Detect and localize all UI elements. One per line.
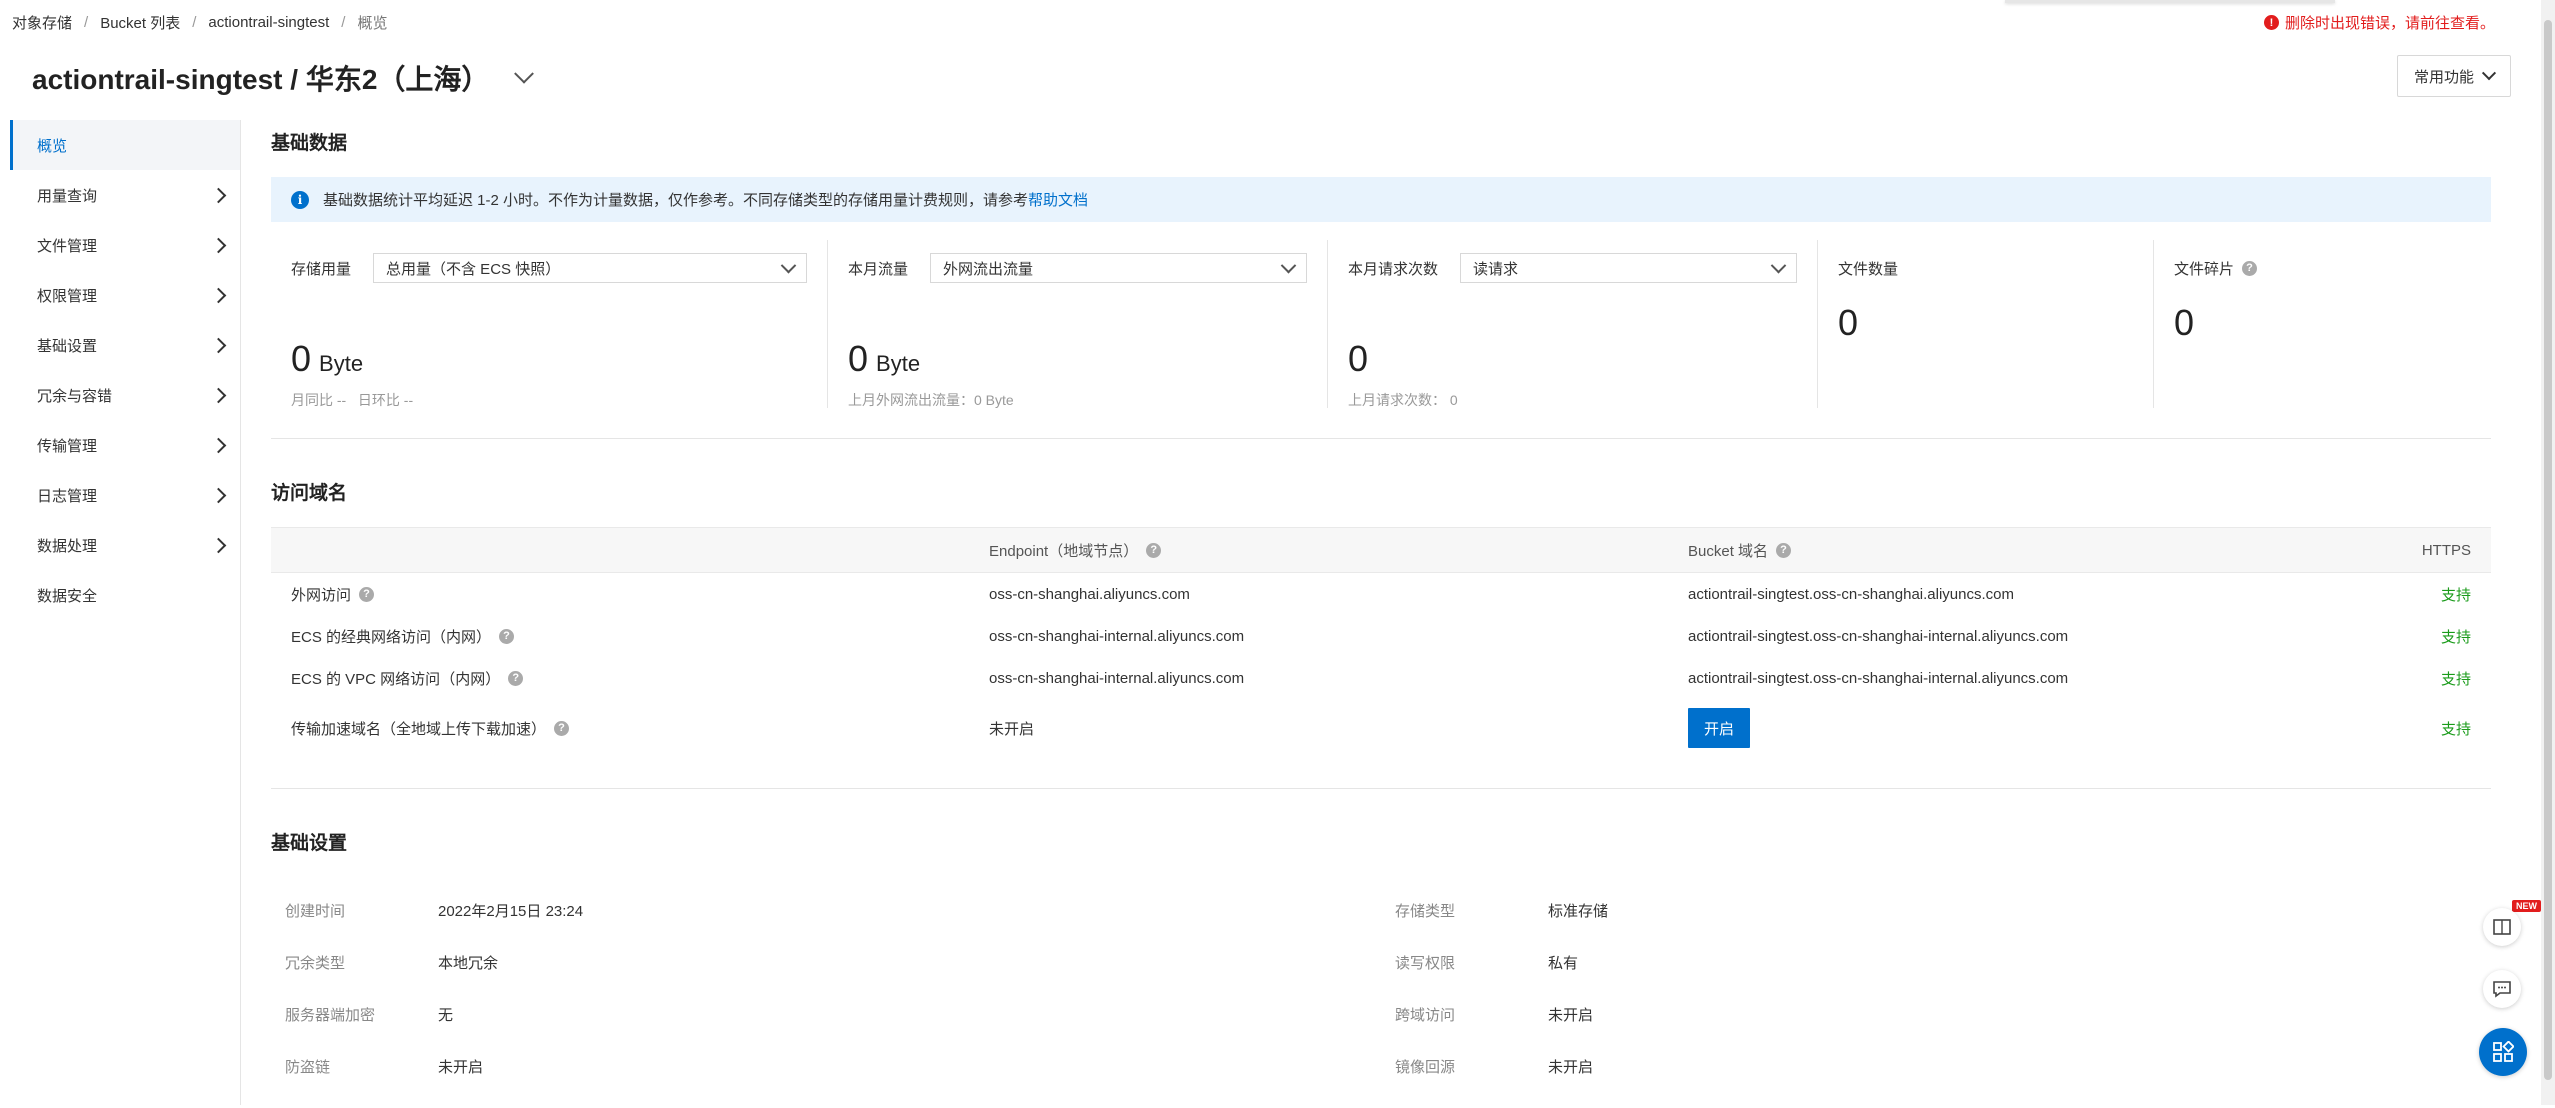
chevron-right-icon — [210, 237, 227, 253]
banner-text: 基础数据统计平均延迟 1-2 小时。不作为计量数据，仅作参考。不同存储类型的存储… — [323, 192, 1029, 209]
stat-storage-compare: 月同比 -- 日环比 -- — [291, 392, 414, 408]
breadcrumb-bucket[interactable]: actiontrail-singtest — [208, 14, 329, 31]
help-icon[interactable]: ? — [554, 720, 570, 736]
divider — [271, 788, 2491, 789]
sidebar-item-transfer[interactable]: 传输管理 — [10, 420, 240, 470]
book-icon — [2493, 919, 2511, 935]
common-functions-button[interactable]: 常用功能 — [2396, 55, 2511, 97]
table-row: ECS 的 VPC 网络访问（内网）? oss-cn-shanghai-inte… — [291, 669, 2471, 688]
breadcrumb-bucket-list[interactable]: Bucket 列表 — [100, 12, 180, 33]
stat-fragments-label: 文件碎片 — [2174, 260, 2235, 278]
chevron-down-icon — [780, 257, 797, 273]
col-endpoint: Endpoint（地域节点）? — [989, 540, 1162, 561]
chevron-down-icon — [1770, 257, 1787, 273]
stats-panel: 存储用量 总用量（不含 ECS 快照） 0 Byte 月同比 -- 日环比 -- … — [271, 240, 2491, 408]
stat-file-count-label: 文件数量 — [1838, 260, 1899, 278]
stat-traffic-value: 0 Byte — [848, 338, 921, 379]
sidebar-item-permissions[interactable]: 权限管理 — [10, 270, 240, 320]
stat-file-count-value: 0 — [1838, 302, 1859, 343]
chevron-right-icon — [210, 187, 227, 203]
chevron-right-icon — [210, 437, 227, 453]
stat-fragments: 文件碎片 ? 0 — [2154, 240, 2491, 408]
stat-storage-value: 0 Byte — [291, 338, 364, 379]
stat-traffic-sub: 上月外网流出流量：0 Byte — [848, 392, 1014, 408]
access-domain-title: 访问域名 — [271, 483, 348, 504]
divider — [271, 438, 2491, 439]
new-badge: NEW — [2512, 900, 2541, 912]
access-domain-table: Endpoint（地域节点）? Bucket 域名? HTTPS 外网访问? o… — [271, 527, 2491, 757]
help-icon[interactable]: ? — [508, 670, 524, 686]
settings-row: 防盗链 未开启 镜像回源 未开启 — [285, 1059, 1594, 1076]
docs-float-button[interactable] — [2483, 908, 2521, 946]
help-icon[interactable]: ? — [2242, 260, 2258, 276]
chat-icon — [2493, 981, 2511, 998]
stat-requests-value: 0 — [1348, 338, 1369, 379]
sidebar-item-files[interactable]: 文件管理 — [10, 220, 240, 270]
help-doc-link[interactable]: 帮助文档 — [1028, 189, 1088, 210]
settings-row: 创建时间 2022年2月15日 23:24 存储类型 标准存储 — [285, 903, 1609, 920]
help-icon[interactable]: ? — [1146, 542, 1162, 558]
stat-storage-label: 存储用量 — [291, 260, 352, 278]
stat-requests: 本月请求次数 读请求 0 上月请求次数： 0 — [1328, 240, 1818, 408]
table-row: 传输加速域名（全地域上传下载加速）? 未开启 开启 支持 — [271, 699, 2491, 757]
sidebar-item-redundancy[interactable]: 冗余与容错 — [10, 370, 240, 420]
info-icon: i — [291, 190, 309, 209]
stat-traffic-label: 本月流量 — [848, 260, 909, 278]
chevron-right-icon — [210, 287, 227, 303]
feedback-float-button[interactable] — [2483, 970, 2521, 1008]
stat-file-count: 文件数量 0 — [1818, 240, 2154, 408]
table-row: 外网访问? oss-cn-shanghai.aliyuncs.com actio… — [291, 585, 2471, 604]
help-icon[interactable]: ? — [1776, 542, 1792, 558]
warning-text: 删除时出现错误，请前往查看。 — [2284, 15, 2495, 32]
settings-row: 冗余类型 本地冗余 读写权限 私有 — [285, 955, 1579, 972]
apps-grid-icon — [2493, 1041, 2514, 1062]
col-https: HTTPS — [2421, 541, 2471, 559]
traffic-type-select[interactable]: 外网流出流量 — [930, 253, 1307, 283]
storage-type-select[interactable]: 总用量（不含 ECS 快照） — [373, 253, 807, 283]
chevron-down-icon — [1280, 257, 1297, 273]
apps-float-button[interactable] — [2479, 1028, 2527, 1076]
bucket-title: actiontrail-singtest / 华东2（上海） — [32, 64, 490, 95]
stat-requests-sub: 上月请求次数： 0 — [1348, 392, 1458, 408]
chevron-right-icon — [210, 487, 227, 503]
table-header: Endpoint（地域节点）? Bucket 域名? HTTPS — [271, 527, 2491, 573]
settings-row: 服务器端加密 无 跨域访问 未开启 — [285, 1007, 1594, 1024]
chevron-down-icon — [2481, 66, 2497, 81]
sidebar-item-basic-settings[interactable]: 基础设置 — [10, 320, 240, 370]
sidebar-item-usage[interactable]: 用量查询 — [10, 170, 240, 220]
chevron-right-icon — [210, 537, 227, 553]
region-dropdown-chevron-icon[interactable] — [514, 63, 535, 84]
info-banner: i 基础数据统计平均延迟 1-2 小时。不作为计量数据，仅作参考。不同存储类型的… — [271, 177, 2491, 222]
basic-settings-title: 基础设置 — [271, 833, 348, 854]
table-row: ECS 的经典网络访问（内网）? oss-cn-shanghai-interna… — [291, 627, 2471, 646]
sidebar-item-overview[interactable]: 概览 — [10, 120, 240, 170]
scrollbar-thumb[interactable] — [2544, 20, 2552, 1080]
stat-storage: 存储用量 总用量（不含 ECS 快照） 0 Byte 月同比 -- 日环比 -- — [271, 240, 828, 408]
stat-requests-label: 本月请求次数 — [1348, 260, 1439, 278]
help-icon[interactable]: ? — [359, 586, 375, 602]
breadcrumb: 对象存储 / Bucket 列表 / actiontrail-singtest … — [12, 12, 388, 33]
sidebar: 概览 用量查询 文件管理 权限管理 基础设置 冗余与容错 传输管理 日志管理 数… — [10, 120, 241, 1105]
basic-settings-panel: 创建时间 2022年2月15日 23:24 存储类型 标准存储 冗余类型 本地冗… — [271, 900, 2491, 1108]
page-title: actiontrail-singtest / 华东2（上海） — [32, 58, 535, 98]
error-icon: ! — [2263, 15, 2279, 30]
enable-acceleration-button[interactable]: 开启 — [1688, 708, 1751, 748]
chevron-right-icon — [210, 337, 227, 353]
col-bucket-domain: Bucket 域名? — [1688, 540, 1792, 561]
sidebar-item-data-processing[interactable]: 数据处理 — [10, 520, 240, 570]
stat-fragments-value: 0 — [2174, 302, 2195, 343]
top-popover-edge — [2005, 0, 2335, 3]
delete-error-warning[interactable]: ! 删除时出现错误，请前往查看。 — [2263, 12, 2495, 33]
basic-data-title: 基础数据 — [271, 133, 348, 154]
request-type-select[interactable]: 读请求 — [1460, 253, 1797, 283]
page-scrollbar[interactable] — [2541, 0, 2555, 1105]
sidebar-item-data-security[interactable]: 数据安全 — [10, 570, 240, 620]
help-icon[interactable]: ? — [499, 628, 515, 644]
chevron-right-icon — [210, 387, 227, 403]
breadcrumb-current: 概览 — [357, 15, 388, 32]
sidebar-item-logs[interactable]: 日志管理 — [10, 470, 240, 520]
stat-traffic: 本月流量 外网流出流量 0 Byte 上月外网流出流量：0 Byte — [828, 240, 1328, 408]
breadcrumb-oss[interactable]: 对象存储 — [12, 12, 72, 33]
